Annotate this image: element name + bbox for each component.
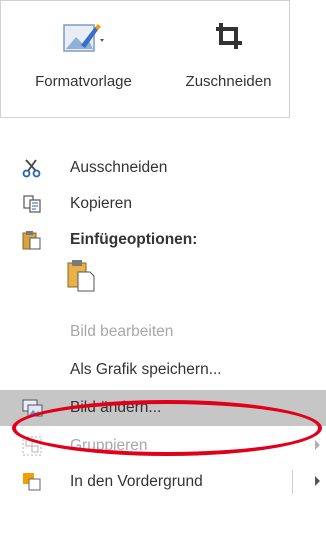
menu-item-label: Kopieren (70, 195, 133, 212)
format-style-label: Formatvorlage (35, 73, 132, 90)
change-picture-icon (22, 398, 43, 418)
crop-label: Zuschneiden (185, 73, 272, 90)
paste-option-icon (67, 260, 95, 292)
submenu-arrow-icon[interactable] (315, 476, 320, 486)
crop-button[interactable]: Zuschneiden (166, 1, 291, 119)
menu-item-change-picture[interactable]: Bild ändern... (0, 390, 326, 426)
paste-options-heading: Einfügeoptionen: (70, 231, 198, 248)
group-icon (22, 436, 42, 456)
menu-item-group: Gruppieren (0, 428, 326, 464)
menu-item-label: Gruppieren (70, 437, 148, 454)
menu-item-bring-forward[interactable]: In den Vordergrund (0, 464, 326, 500)
menu-item-edit-picture: Bild bearbeiten (0, 314, 326, 350)
menu-item-copy[interactable]: Kopieren (0, 186, 326, 222)
picture-style-icon (61, 19, 107, 64)
menu-item-label: Ausschneiden (70, 159, 168, 176)
menu-item-paste-options: Einfügeoptionen: (0, 222, 326, 258)
paste-keep-formatting-button[interactable] (66, 258, 106, 298)
submenu-arrow-icon (315, 440, 320, 450)
picture-mini-toolbar: Formatvorlage Zuschneiden (0, 0, 290, 118)
menu-item-cut[interactable]: Ausschneiden (0, 150, 326, 186)
scissors-icon (22, 158, 42, 178)
copy-icon (22, 194, 42, 214)
menu-item-label: Bild bearbeiten (70, 323, 174, 340)
split-divider (292, 470, 293, 494)
menu-item-save-as-picture[interactable]: Als Grafik speichern... (0, 352, 326, 388)
bring-forward-icon (22, 472, 42, 492)
menu-item-label: Als Grafik speichern... (70, 361, 222, 378)
menu-item-label: In den Vordergrund (70, 473, 203, 490)
paste-icon (22, 230, 42, 250)
menu-item-label: Bild ändern... (70, 399, 162, 416)
format-style-button[interactable]: Formatvorlage (1, 1, 166, 119)
crop-icon (212, 19, 246, 58)
